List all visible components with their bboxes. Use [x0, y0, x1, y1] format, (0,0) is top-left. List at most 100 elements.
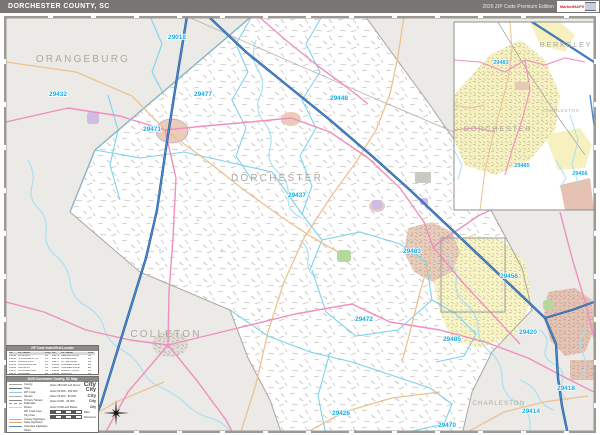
- frame-tick: [349, 16, 354, 18]
- rail-symbol: [9, 403, 22, 405]
- sthwy-symbol: [9, 422, 22, 424]
- frame-tick: [177, 431, 182, 433]
- page-title: DORCHESTER COUNTY, SC: [8, 3, 110, 10]
- frame-tick: [435, 16, 440, 18]
- zip-label-29483: 29483: [403, 248, 421, 255]
- edition-label: 2026 ZIP Code Premium Edition: [482, 4, 554, 10]
- zip-symbol: [9, 391, 22, 393]
- county-label-orangeburg: ORANGEBURG: [36, 54, 130, 65]
- frame-tick: [594, 59, 596, 64]
- reserve-area: [415, 172, 431, 183]
- zip-label-29414: 29414: [522, 408, 540, 415]
- legend-item-park: Parks: [24, 428, 31, 432]
- county-label-berkeley-inset: BERKELEY: [540, 40, 592, 49]
- frame-tick: [521, 431, 526, 433]
- frame-tick: [392, 431, 397, 433]
- frame-tick: [594, 360, 596, 365]
- frame-tick: [177, 16, 182, 18]
- frame-tick: [435, 431, 440, 433]
- frame-tick: [594, 231, 596, 236]
- logo-tagline-block: [585, 2, 597, 11]
- km-bar: [49, 415, 82, 420]
- frame-tick: [306, 431, 311, 433]
- state-symbol: [9, 388, 22, 390]
- municipal-area-2: [372, 200, 382, 209]
- zip-index-table: ZIP ZIP Name Grid ZIP ZIP Name Grid 29018 BOWMA…: [7, 351, 98, 377]
- frame-tick: [220, 431, 225, 433]
- zip-label-29472: 29472: [355, 316, 373, 323]
- park-area-2: [543, 300, 554, 310]
- frame-tick: [134, 431, 139, 433]
- frame-tick: [4, 317, 6, 322]
- streets-symbol: [9, 395, 22, 397]
- frame-tick: [91, 16, 96, 18]
- miles-bar: [49, 410, 82, 415]
- frame-tick: [4, 274, 6, 279]
- frame-tick: [478, 431, 483, 433]
- inset-summerville-core: [515, 82, 529, 90]
- frame-tick: [594, 145, 596, 150]
- frame-tick: [134, 16, 139, 18]
- zip-label-29477: 29477: [194, 91, 212, 98]
- county-label-dorchester-inset: DORCHESTER: [464, 124, 533, 133]
- legend-city-sizes: Cities 250,000 and Above City Cities 50,00…: [49, 382, 96, 432]
- municipal-area-1: [87, 112, 99, 124]
- legend-panel: 2026 Dorchester County, SC Map County Sta…: [6, 376, 99, 433]
- marketmaps-logo: MarketMAPS: [557, 1, 599, 12]
- zip-label-29420: 29420: [519, 329, 537, 336]
- zip-label-29456: 29456: [500, 273, 518, 280]
- inset-map: [454, 22, 594, 210]
- county-label-charleston-inset: CHARLESTON: [543, 108, 580, 113]
- frame-tick: [594, 274, 596, 279]
- zip-label-29418: 29418: [557, 385, 575, 392]
- county-symbol: [9, 384, 22, 386]
- zip-label-29426: 29426: [332, 410, 350, 417]
- frame-tick: [48, 16, 53, 18]
- map-sheet: DORCHESTER COUNTY, SC 2026 ZIP Code Prem…: [0, 0, 600, 435]
- primary-symbol: [9, 399, 22, 401]
- county-label-dorchester: DORCHESTER: [231, 173, 323, 184]
- zip-label-29483-inset: 29483: [493, 60, 508, 66]
- inthwy-symbol: [9, 426, 22, 428]
- river-symbol: [9, 407, 22, 409]
- frame-tick: [306, 16, 311, 18]
- cohwy-symbol: [9, 418, 22, 420]
- frame-tick: [4, 188, 6, 193]
- zip-label-29018: 29018: [168, 34, 186, 41]
- frame-tick: [521, 16, 526, 18]
- frame-tick: [564, 16, 569, 18]
- frame-tick: [349, 431, 354, 433]
- zip-label-29448: 29448: [330, 95, 348, 102]
- zip-label-29470: 29470: [438, 422, 456, 429]
- frame-tick: [594, 102, 596, 107]
- zip-label-29432: 29432: [49, 91, 67, 98]
- frame-tick: [392, 16, 397, 18]
- frame-tick: [594, 188, 596, 193]
- zip-label-29437: 29437: [288, 192, 306, 199]
- km-label: Kilometers: [83, 415, 96, 419]
- frame-tick: [4, 145, 6, 150]
- zip-label-29456-inset: 29456: [572, 171, 587, 177]
- zip-label-29471: 29471: [143, 126, 161, 133]
- zip-index-panel: ZIP Code Index/Grid Locator ZIP ZIP Name G…: [6, 345, 99, 375]
- county-label-colleton: COLLETON: [130, 329, 201, 340]
- frame-tick: [263, 16, 268, 18]
- frame-tick: [564, 431, 569, 433]
- frame-tick: [4, 102, 6, 107]
- frame-tick: [220, 16, 225, 18]
- scale-bar-km: Kilometers: [49, 415, 96, 420]
- frame-tick: [4, 59, 6, 64]
- header-bar: DORCHESTER COUNTY, SC 2026 ZIP Code Prem…: [0, 0, 600, 13]
- logo-brand-text: MarketMAPS: [559, 3, 585, 9]
- frame-tick: [478, 16, 483, 18]
- legend-symbol-list: County State ZIP Code Streets Primary Street…: [9, 383, 48, 432]
- miles-label: Miles: [83, 410, 90, 414]
- zip-label-29485-inset: 29485: [514, 163, 529, 169]
- frame-tick: [263, 431, 268, 433]
- frame-tick: [4, 231, 6, 236]
- zip-label-29485: 29485: [443, 336, 461, 343]
- frame-tick: [594, 403, 596, 408]
- frame-tick: [594, 317, 596, 322]
- county-label-charleston: CHARLESTON: [473, 401, 526, 407]
- park-area: [337, 250, 351, 262]
